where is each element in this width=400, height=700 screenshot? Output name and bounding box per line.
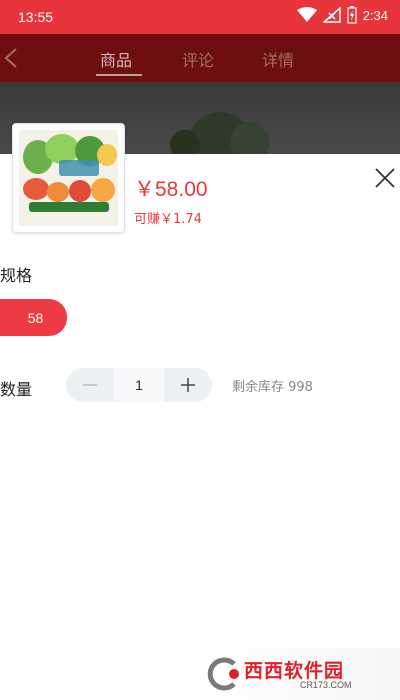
watermark-url: CR173.COM	[300, 680, 352, 690]
signal-icon	[322, 7, 341, 23]
quantity-stepper: 1	[66, 368, 212, 402]
product-price: ￥58.00	[134, 178, 208, 201]
plus-icon	[181, 378, 195, 392]
status-clock: 2:34	[362, 7, 388, 23]
minus-icon	[83, 384, 97, 386]
tab-indicator	[96, 74, 142, 76]
tab-goods[interactable]: 商品	[100, 47, 132, 71]
status-icons: 2:34	[296, 6, 388, 24]
earn-amount: 可赚￥1.74	[134, 212, 202, 227]
tab-bar: 商品 评论 详情	[0, 34, 400, 82]
quantity-label: 数量	[0, 380, 33, 399]
decrease-button[interactable]	[66, 368, 114, 402]
status-bar: 13:55 2:34	[0, 0, 400, 34]
increase-button[interactable]	[164, 368, 212, 402]
app-header: 商品 评论 详情	[0, 34, 400, 82]
tab-details[interactable]: 详情	[262, 47, 294, 71]
spec-label: 规格	[0, 266, 33, 285]
spec-option-58[interactable]: 58	[0, 299, 67, 336]
sku-sheet	[0, 154, 400, 700]
quantity-value[interactable]: 1	[114, 368, 164, 402]
watermark-name: 西西软件园	[244, 660, 345, 682]
watermark-logo-icon	[207, 657, 239, 691]
watermark: 西西软件园 CR173.COM	[200, 648, 400, 700]
product-thumbnail	[12, 123, 125, 233]
stock-remaining: 剩余库存 998	[232, 380, 313, 395]
battery-icon	[347, 6, 357, 24]
wifi-icon	[296, 7, 317, 22]
status-time: 13:55	[18, 9, 54, 25]
tab-comments[interactable]: 评论	[182, 47, 214, 71]
close-icon[interactable]	[372, 165, 398, 191]
